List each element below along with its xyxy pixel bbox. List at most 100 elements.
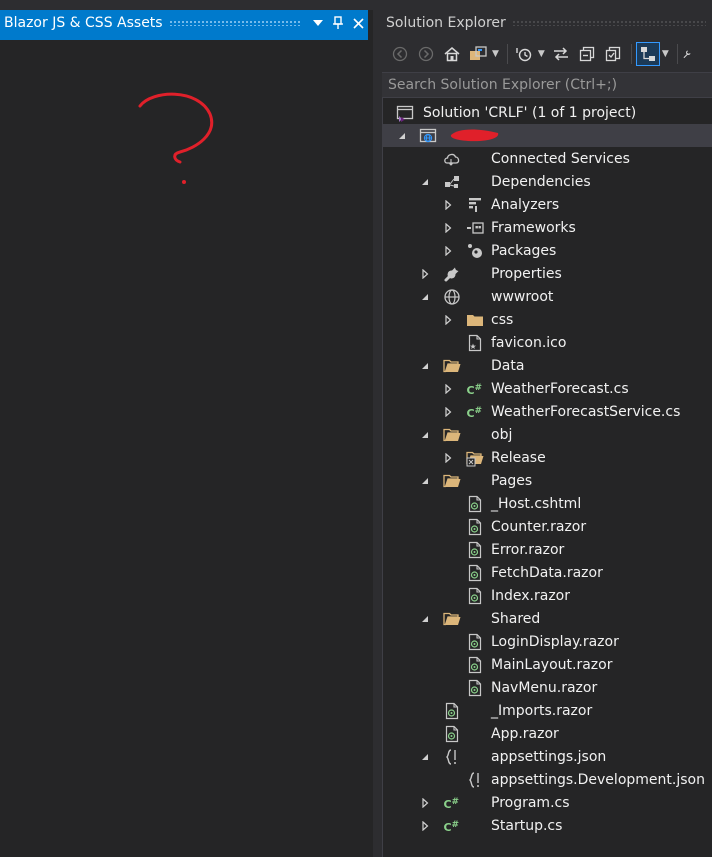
shared-folder-node[interactable]: Shared [382, 607, 712, 630]
tree-item-label: Pages [491, 472, 533, 489]
tree-item-label: WeatherForecast.cs [491, 380, 629, 397]
globe-icon [443, 288, 461, 306]
packages-icon [466, 242, 484, 260]
app-razor-node[interactable]: App.razor [382, 722, 712, 745]
dependencies-icon [443, 173, 461, 191]
dependencies-node[interactable]: Dependencies [382, 170, 712, 193]
folder-open-icon [443, 472, 461, 490]
tree-item-label: _Imports.razor [491, 702, 593, 719]
tree-item-label: Analyzers [491, 196, 560, 213]
back-icon[interactable] [388, 42, 412, 66]
collapsed-arrow-icon[interactable] [442, 199, 454, 211]
properties-node[interactable]: Properties [382, 262, 712, 285]
packages-node[interactable]: Packages [382, 239, 712, 262]
pages-folder-node[interactable]: Pages [382, 469, 712, 492]
tree-item-label: css [491, 311, 514, 328]
expanded-arrow-icon[interactable] [419, 613, 431, 625]
tree-item-label: Frameworks [491, 219, 576, 236]
weatherforecast-node[interactable]: WeatherForecast.cs [382, 377, 712, 400]
connected-services-icon [443, 150, 461, 168]
forward-icon[interactable] [414, 42, 438, 66]
program-cs-node[interactable]: Program.cs [382, 791, 712, 814]
toolbar-separator [676, 44, 678, 64]
counter-razor-node[interactable]: Counter.razor [382, 515, 712, 538]
frameworks-node[interactable]: Frameworks [382, 216, 712, 239]
startup-cs-node[interactable]: Startup.cs [382, 814, 712, 837]
collapsed-arrow-icon[interactable] [442, 245, 454, 257]
tree-item-label: Solution 'CRLF' (1 of 1 project) [423, 104, 637, 121]
tree-item-label: Shared [491, 610, 541, 627]
splitter[interactable] [373, 0, 382, 857]
imports-razor-node[interactable]: _Imports.razor [382, 699, 712, 722]
collapsed-arrow-icon[interactable] [442, 314, 454, 326]
switch-views-dropdown-icon[interactable]: ▼ [492, 49, 499, 59]
collapsed-arrow-icon[interactable] [442, 452, 454, 464]
error-razor-node[interactable]: Error.razor [382, 538, 712, 561]
close-icon[interactable] [348, 13, 368, 33]
show-all-files-icon[interactable] [601, 42, 625, 66]
panel-top-strip [382, 0, 712, 10]
tree-item-label: Release [491, 449, 546, 466]
project-node[interactable] [382, 124, 712, 147]
pending-changes-icon[interactable] [512, 42, 536, 66]
appsettings-json-node[interactable]: appsettings.json [382, 745, 712, 768]
expanded-arrow-icon[interactable] [419, 751, 431, 763]
expanded-arrow-icon[interactable] [419, 475, 431, 487]
csharp-file-icon [466, 380, 484, 398]
properties-icon[interactable] [682, 42, 692, 66]
expanded-arrow-icon[interactable] [419, 176, 431, 188]
logindisplay-razor-node[interactable]: LoginDisplay.razor [382, 630, 712, 653]
css-folder-node[interactable]: css [382, 308, 712, 331]
tree-item-label: wwwroot [491, 288, 554, 305]
search-box[interactable] [382, 72, 712, 98]
expanded-arrow-icon[interactable] [419, 429, 431, 441]
host-cshtml-node[interactable]: _Host.cshtml [382, 492, 712, 515]
home-icon[interactable] [440, 42, 464, 66]
csharp-file-icon [443, 794, 461, 812]
razor-file-icon [443, 725, 461, 743]
preview-dropdown-icon[interactable]: ▼ [662, 49, 669, 59]
razor-file-icon [466, 495, 484, 513]
tree-item-label: App.razor [491, 725, 559, 742]
wwwroot-node[interactable]: wwwroot [382, 285, 712, 308]
tree-item-label: Connected Services [491, 150, 630, 167]
weatherforecastservice-node[interactable]: WeatherForecastService.cs [382, 400, 712, 423]
window-menu-dropdown-icon[interactable] [308, 13, 328, 33]
connected-services-node[interactable]: Connected Services [382, 147, 712, 170]
navmenu-razor-node[interactable]: NavMenu.razor [382, 676, 712, 699]
search-input[interactable] [388, 77, 688, 93]
data-folder-node[interactable]: Data [382, 354, 712, 377]
favicon-node[interactable]: favicon.ico [382, 331, 712, 354]
collapse-all-icon[interactable] [575, 42, 599, 66]
solution-explorer-titlebar[interactable]: Solution Explorer [382, 10, 712, 36]
tree-item-label: Properties [491, 265, 562, 282]
pin-icon[interactable] [328, 13, 348, 33]
preview-selected-icon[interactable] [635, 42, 660, 66]
solution-node[interactable]: Solution 'CRLF' (1 of 1 project) [382, 101, 712, 124]
collapsed-arrow-icon[interactable] [442, 406, 454, 418]
obj-folder-node[interactable]: obj [382, 423, 712, 446]
mainlayout-razor-node[interactable]: MainLayout.razor [382, 653, 712, 676]
fetchdata-razor-node[interactable]: FetchData.razor [382, 561, 712, 584]
razor-file-icon [466, 518, 484, 536]
json-file-icon [443, 748, 461, 766]
collapsed-arrow-icon[interactable] [442, 383, 454, 395]
collapsed-arrow-icon[interactable] [442, 222, 454, 234]
index-razor-node[interactable]: Index.razor [382, 584, 712, 607]
switch-views-icon[interactable] [466, 42, 490, 66]
expanded-arrow-icon[interactable] [396, 130, 408, 142]
collapsed-arrow-icon[interactable] [419, 268, 431, 280]
release-folder-node[interactable]: Release [382, 446, 712, 469]
appsettings-dev-json-node[interactable]: appsettings.Development.json [382, 768, 712, 791]
razor-file-icon [466, 656, 484, 674]
expanded-arrow-icon[interactable] [419, 360, 431, 372]
solution-tree: Solution 'CRLF' (1 of 1 project) Connecte… [382, 101, 712, 837]
collapsed-arrow-icon[interactable] [419, 820, 431, 832]
sync-icon[interactable] [549, 42, 573, 66]
expanded-arrow-icon[interactable] [419, 291, 431, 303]
collapsed-arrow-icon[interactable] [419, 797, 431, 809]
analyzers-node[interactable]: Analyzers [382, 193, 712, 216]
pending-changes-dropdown-icon[interactable]: ▼ [538, 49, 545, 59]
blazor-assets-titlebar[interactable]: Blazor JS & CSS Assets [0, 10, 368, 36]
tree-item-label: Dependencies [491, 173, 591, 190]
